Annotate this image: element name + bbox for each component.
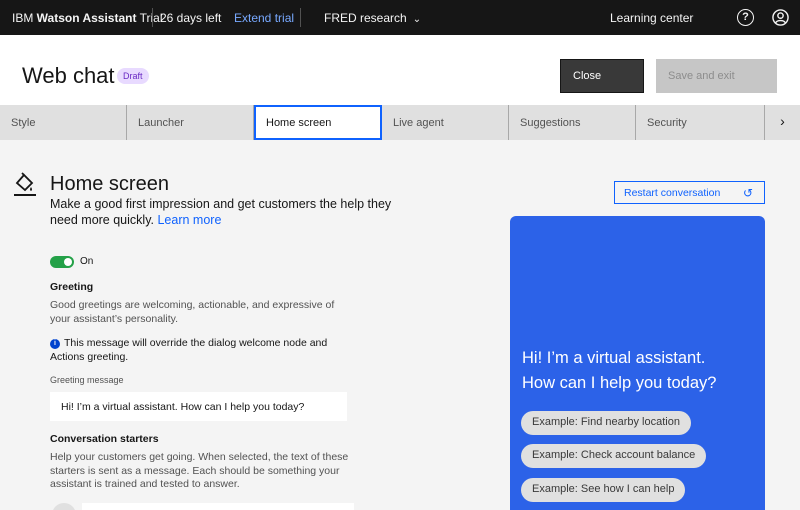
restart-icon: ↺ [742,186,753,200]
settings-tabs: Style Launcher Home screen Live agent Su… [0,105,800,140]
home-screen-toggle[interactable] [50,256,74,268]
divider [300,8,301,27]
status-badge: Draft [117,68,149,84]
conversation-starters-heading: Conversation starters [50,433,159,445]
chevron-down-icon: ⌄ [412,14,422,25]
toggle-knob [64,258,72,266]
info-icon: i [50,339,60,349]
instance-switcher[interactable]: FRED research ⌄ [324,11,421,25]
drag-handle[interactable] [52,503,76,510]
preview-greeting: Hi! I’m a virtual assistant. How can I h… [522,349,717,392]
greeting-field-label: Greeting message [50,375,124,385]
tab-home-screen[interactable]: Home screen [254,105,382,140]
product-name[interactable]: IBM Watson Assistant Trial [12,11,162,25]
restart-conversation-button[interactable]: Restart conversation ↺ [614,181,765,204]
example-chip[interactable]: Example: Find nearby location [521,411,691,435]
top-navigation-bar: IBM Watson Assistant Trial 26 days left … [0,0,800,35]
greeting-message-input[interactable] [50,392,347,421]
greeting-heading: Greeting [50,281,94,293]
tab-live-agent[interactable]: Live agent [382,105,509,140]
user-profile-icon[interactable] [772,9,789,26]
extend-trial-link[interactable]: Extend trial [234,11,294,25]
page-header: Web chat Draft Close Save and exit [0,35,800,105]
save-and-exit-button[interactable]: Save and exit [656,59,777,93]
example-chip[interactable]: Example: See how I can help [521,478,686,502]
tab-launcher[interactable]: Launcher [127,105,254,140]
paint-bucket-icon [14,172,36,196]
example-chip[interactable]: Example: Check account balance [521,444,707,468]
tab-suggestions[interactable]: Suggestions [509,105,636,140]
learn-more-link[interactable]: Learn more [157,213,221,227]
tab-style[interactable]: Style [0,105,127,140]
trial-days-left: 26 days left [160,11,222,25]
greeting-helper-text: Good greetings are welcoming, actionable… [50,299,335,325]
close-button[interactable]: Close [560,59,644,93]
conversation-starters-helper: Help your customers get going. When sele… [50,451,349,490]
web-chat-preview: Hi! I’m a virtual assistant. How can I h… [510,216,765,510]
chevron-right-icon[interactable]: › [765,105,800,140]
divider [152,8,153,27]
help-icon[interactable]: ? [737,9,754,26]
tab-security[interactable]: Security [636,105,765,140]
starter-input[interactable] [82,503,354,510]
learning-center-link[interactable]: Learning center [610,11,693,25]
toggle-label: On [80,256,94,267]
section-description: Make a good first impression and get cus… [50,197,392,227]
starter-row [52,503,354,510]
page-title: Web chat [22,63,115,88]
info-note: i This message will override the dialog w… [50,337,328,363]
section-title: Home screen [50,173,169,195]
